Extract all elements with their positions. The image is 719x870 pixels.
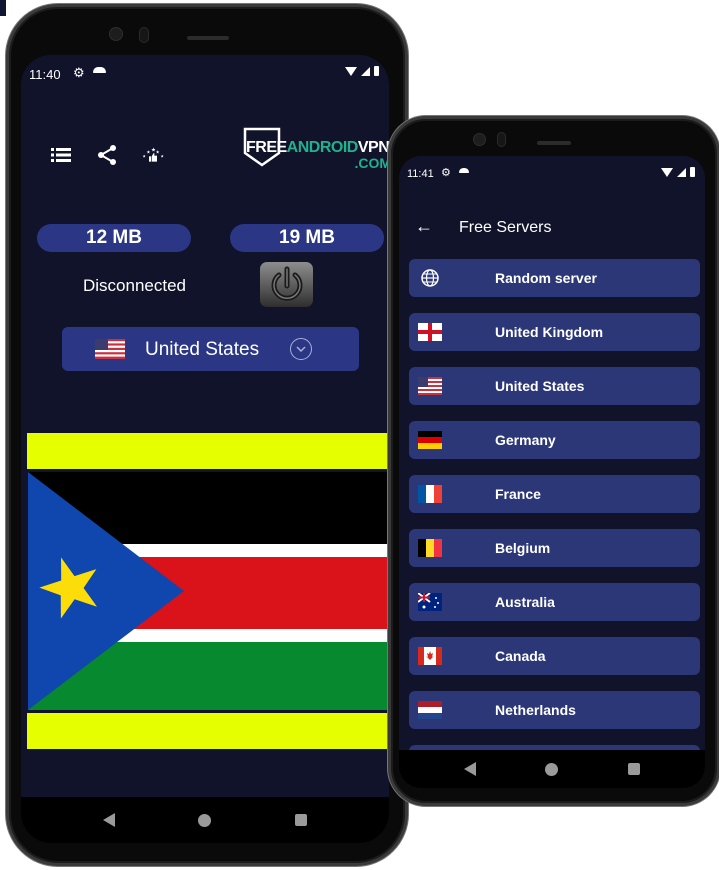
app-logo: FREEANDROIDVPN .COM (243, 127, 389, 172)
status-bar: 11:41 ⚙ (399, 156, 705, 186)
share-icon (98, 145, 116, 165)
canada-flag-icon (418, 647, 442, 665)
server-name: France (495, 486, 541, 502)
front-camera (473, 133, 486, 146)
server-item-netherlands[interactable]: Netherlands (409, 691, 700, 729)
servers-header: ← Free Servers (399, 216, 705, 242)
wifi-icon (345, 66, 357, 76)
chevron-down-icon (290, 338, 312, 360)
us-flag-icon (418, 377, 442, 395)
server-item-belgium[interactable]: Belgium (409, 529, 700, 567)
status-bar: 11:40 ⚙ (21, 55, 389, 85)
navigation-bar (399, 750, 705, 788)
nav-recents-button[interactable] (628, 763, 641, 775)
connect-power-button[interactable] (260, 262, 313, 307)
earpiece-speaker (187, 36, 229, 40)
flag-frame-bottom (27, 713, 387, 749)
germany-flag-icon (418, 431, 442, 449)
flag-frame-top (27, 433, 389, 469)
upload-stat: 19 MB (230, 224, 384, 252)
server-item-canada[interactable]: Canada (409, 637, 700, 675)
list-icon (51, 148, 71, 162)
logo-vpn: VPN (357, 139, 389, 156)
wifi-icon (661, 167, 673, 177)
sensor (497, 132, 506, 147)
rate-app-button[interactable]: ★ ★ ★ ★ ★ (141, 143, 165, 167)
share-button[interactable] (95, 143, 119, 167)
server-item-united-states[interactable]: United States (409, 367, 700, 405)
rate-stars-icon: ★ ★ ★ ★ ★ (142, 148, 164, 162)
sensor (139, 27, 149, 43)
phone-main-frame: 11:40 ⚙ ★ ★ ★ ★ ★ FREEANDROIDVPN .COM 12… (6, 4, 408, 866)
south-sudan-flag-image (27, 433, 389, 749)
toolbar: ★ ★ ★ ★ ★ (49, 143, 165, 167)
server-name: Germany (495, 432, 556, 448)
main-screen: 11:40 ⚙ ★ ★ ★ ★ ★ FREEANDROIDVPN .COM 12… (21, 55, 389, 843)
country-selector[interactable]: United States (62, 327, 359, 371)
server-name: Random server (495, 270, 597, 286)
nav-recents-button[interactable] (295, 814, 308, 826)
server-item-random[interactable]: Random server (409, 259, 700, 297)
settings-gear-icon: ⚙ (73, 65, 85, 80)
cloud-icon (93, 67, 106, 73)
server-name: Canada (495, 648, 546, 664)
phone-servers-frame: 11:41 ⚙ ← Free Servers Random server Uni… (388, 116, 719, 806)
globe-icon (421, 269, 439, 287)
england-flag-icon (418, 323, 442, 341)
server-name: Belgium (495, 540, 551, 556)
server-name: United States (495, 378, 585, 394)
front-camera (109, 27, 123, 41)
server-item-france[interactable]: France (409, 475, 700, 513)
servers-screen: 11:41 ⚙ ← Free Servers Random server Uni… (399, 156, 705, 788)
belgium-flag-icon (418, 539, 442, 557)
logo-domain: .COM (354, 155, 389, 171)
battery-icon (374, 66, 379, 76)
server-list-button[interactable] (49, 143, 73, 167)
server-name: Australia (495, 594, 555, 610)
nav-back-button[interactable] (463, 762, 476, 776)
server-item-australia[interactable]: Australia (409, 583, 700, 621)
netherlands-flag-icon (418, 701, 442, 719)
selected-country-name: United States (145, 339, 260, 360)
nav-back-button[interactable] (102, 813, 115, 827)
power-icon (271, 266, 302, 301)
settings-gear-icon: ⚙ (441, 167, 451, 179)
battery-icon (690, 167, 695, 177)
logo-free: FREE (246, 139, 287, 156)
server-name: Netherlands (495, 702, 576, 718)
server-item-united-kingdom[interactable]: United Kingdom (409, 313, 700, 351)
back-arrow-button[interactable]: ← (415, 216, 433, 237)
download-stat: 12 MB (37, 224, 191, 252)
cloud-icon (459, 168, 469, 173)
nav-home-button[interactable] (198, 813, 212, 827)
server-item-germany[interactable]: Germany (409, 421, 700, 459)
nav-home-button[interactable] (545, 762, 559, 776)
server-name: United Kingdom (495, 324, 604, 340)
status-time: 11:41 (407, 168, 434, 180)
svg-text:★: ★ (142, 154, 146, 159)
earpiece-speaker (537, 141, 571, 145)
navigation-bar (21, 797, 389, 843)
us-flag-icon (95, 339, 125, 359)
page-title: Free Servers (459, 219, 552, 236)
connection-status: Disconnected (83, 276, 187, 295)
status-time: 11:40 (29, 67, 61, 82)
france-flag-icon (418, 485, 442, 503)
server-list: Random server United Kingdom United Stat… (409, 259, 700, 781)
logo-android: ANDROID (286, 139, 359, 156)
australia-flag-icon (418, 593, 442, 611)
cell-signal-icon (677, 167, 686, 177)
cell-signal-icon (361, 66, 370, 76)
svg-text:★: ★ (160, 154, 164, 159)
corner-mark (0, 0, 6, 16)
